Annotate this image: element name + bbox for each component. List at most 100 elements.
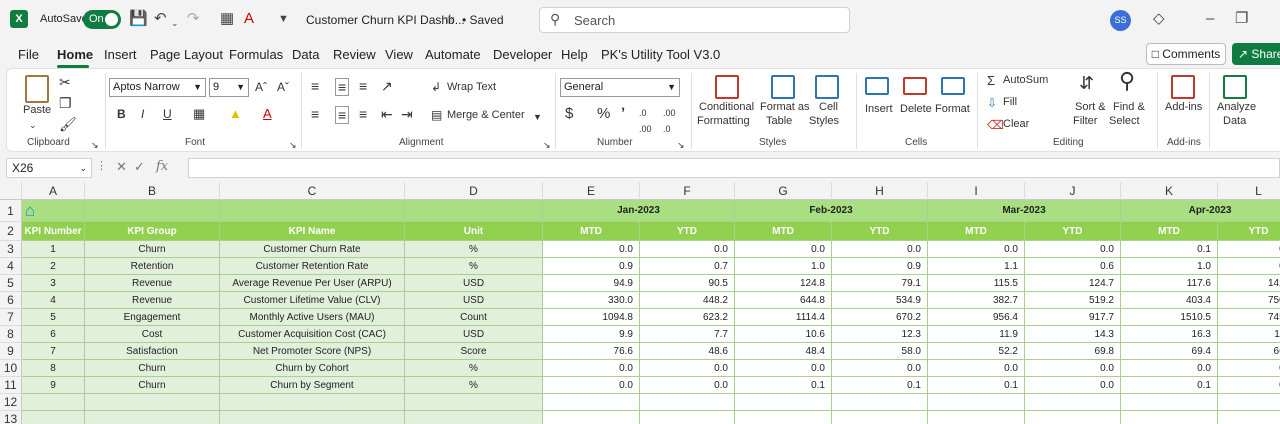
copy-icon[interactable]: ❐ [59,95,72,111]
format-cells-icon[interactable] [941,77,965,95]
table-cell[interactable]: 0.1 [735,377,832,394]
empty-cell[interactable] [220,394,405,411]
table-cell[interactable]: 1510.5 [1121,309,1218,326]
row-header-12[interactable]: 12 [0,394,22,411]
delete-cells-icon[interactable] [903,77,927,95]
fill-button[interactable]: Fill [1003,96,1017,108]
table-cell[interactable]: 10.6 [735,326,832,343]
comma-style-icon[interactable]: ʼ [621,106,625,122]
empty-cell[interactable] [735,394,832,411]
format-as-table-label-1[interactable]: Format as [760,101,810,113]
table-cell[interactable]: 52.2 [928,343,1025,360]
underline-icon[interactable]: U [163,106,172,122]
addins-icon[interactable] [1171,75,1195,99]
clear-button[interactable]: Clear [1003,118,1029,130]
increase-decimal-icon[interactable]: .0.00 [639,105,652,137]
orientation-icon[interactable]: ↗ [381,78,393,94]
table-cell[interactable]: Churn [85,360,220,377]
table-cell[interactable]: 0.0 [543,241,640,258]
find-select-icon[interactable]: ⚲ [1119,70,1135,92]
header-blank-cell[interactable] [220,200,405,222]
tab-automate[interactable]: Automate [425,47,481,62]
align-left-icon[interactable]: ≡ [311,106,319,122]
column-header-i[interactable]: I [928,182,1025,200]
row-header-1[interactable]: 1 [0,200,22,222]
tab-help[interactable]: Help [561,47,588,62]
borders-icon[interactable]: ▦ [193,106,205,122]
table-cell[interactable]: 117.6 [1121,275,1218,292]
avatar[interactable]: SS [1110,10,1131,31]
diamond-icon[interactable]: ◇ [1153,9,1165,29]
table-cell[interactable]: 1094.8 [543,309,640,326]
column-title-cell[interactable]: YTD [640,222,735,241]
empty-cell[interactable] [1121,394,1218,411]
cancel-icon[interactable]: ✕ [116,159,127,175]
table-cell[interactable]: 0.0 [832,360,928,377]
table-cell[interactable]: 0.0 [1218,241,1280,258]
analyze-data-label-1[interactable]: Analyze [1217,101,1256,113]
tab-utility-tool[interactable]: PK's Utility Tool V3.0 [601,47,720,62]
format-as-table-label-2[interactable]: Table [766,115,792,127]
table-cell[interactable]: Count [405,309,543,326]
table-cell[interactable]: Score [405,343,543,360]
table-cell[interactable]: 403.4 [1121,292,1218,309]
table-cell[interactable]: Churn by Cohort [220,360,405,377]
empty-cell[interactable] [543,394,640,411]
column-title-cell[interactable]: YTD [1025,222,1121,241]
empty-cell[interactable] [735,411,832,424]
font-color-icon[interactable]: A [263,106,272,122]
decrease-indent-icon[interactable]: ⇤ [381,106,393,122]
borders-icon[interactable]: ▦ [220,9,234,29]
table-cell[interactable]: 76.6 [543,343,640,360]
table-cell[interactable]: 0.1 [928,377,1025,394]
table-cell[interactable]: 1.1 [928,258,1025,275]
empty-cell[interactable] [1025,394,1121,411]
table-cell[interactable]: 0.0 [640,241,735,258]
table-cell[interactable]: Customer Churn Rate [220,241,405,258]
table-cell[interactable]: 0.0 [735,360,832,377]
table-cell[interactable]: 9.9 [543,326,640,343]
empty-cell[interactable] [832,394,928,411]
row-header-2[interactable]: 2 [0,222,22,241]
find-select-label-2[interactable]: Select [1109,115,1140,127]
table-cell[interactable]: 0.0 [640,360,735,377]
column-header-a[interactable]: A [22,182,85,200]
align-center-icon[interactable]: ≡ [335,106,350,124]
month-header[interactable]: Mar-2023 [928,200,1121,222]
tab-review[interactable]: Review [333,47,376,62]
number-launcher-icon[interactable]: ↘ [677,137,685,153]
table-cell[interactable]: 7.7 [640,326,735,343]
column-header-c[interactable]: C [220,182,405,200]
table-cell[interactable]: 8 [22,360,85,377]
table-cell[interactable]: 3 [22,275,85,292]
table-cell[interactable]: 0.0 [1218,377,1280,394]
table-cell[interactable]: 9 [22,377,85,394]
autosum-icon[interactable]: Σ [987,73,995,89]
enter-icon[interactable]: ✓ [134,159,145,175]
column-header-l[interactable]: L [1218,182,1280,200]
table-cell[interactable]: 623.2 [640,309,735,326]
autosave-toggle[interactable]: On [83,10,121,29]
table-cell[interactable]: 0.0 [832,241,928,258]
table-cell[interactable]: 1114.4 [735,309,832,326]
table-cell[interactable]: Engagement [85,309,220,326]
conditional-formatting-icon[interactable] [715,75,739,99]
restore-icon[interactable]: ❐ [1235,9,1248,29]
table-cell[interactable]: 0.9 [543,258,640,275]
table-cell[interactable]: 48.4 [735,343,832,360]
search-box[interactable]: ⚲ Search [539,7,850,33]
font-color-icon[interactable]: A [244,9,254,29]
clear-icon[interactable]: ⌫ [987,117,1004,133]
row-header-7[interactable]: 7 [0,309,22,326]
empty-cell[interactable] [220,411,405,424]
font-name-dropdown[interactable]: Aptos Narrow ▼ [109,78,206,97]
table-cell[interactable]: USD [405,292,543,309]
tab-insert[interactable]: Insert [104,47,137,62]
table-cell[interactable]: 16.3 [1121,326,1218,343]
table-cell[interactable]: 644.8 [735,292,832,309]
table-cell[interactable]: % [405,377,543,394]
table-cell[interactable]: 0.0 [640,377,735,394]
empty-cell[interactable] [85,411,220,424]
undo-icon[interactable]: ↶ [154,9,167,29]
table-cell[interactable]: 534.9 [832,292,928,309]
